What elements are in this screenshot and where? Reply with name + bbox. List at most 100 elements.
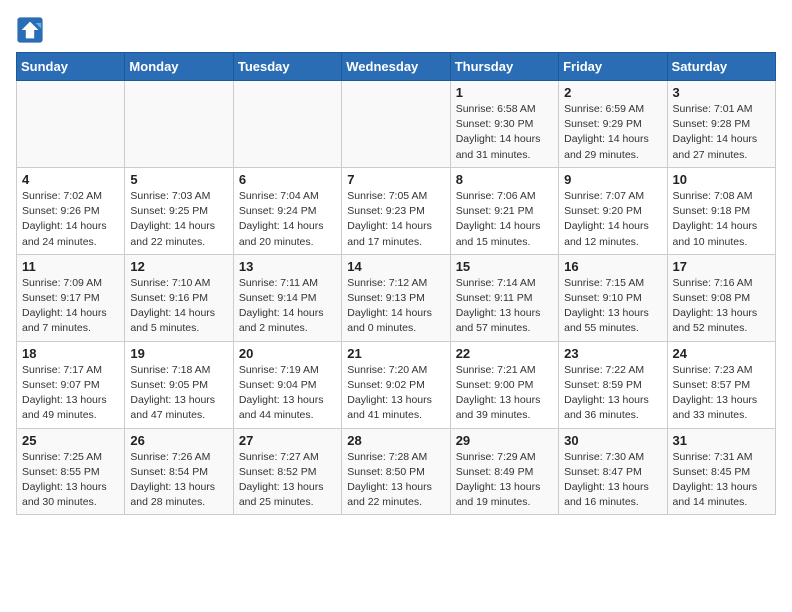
calendar-cell: 31 Sunrise: 7:31 AMSunset: 8:45 PMDayligh… <box>667 428 775 515</box>
calendar-cell <box>17 81 125 168</box>
calendar-week-row: 25 Sunrise: 7:25 AMSunset: 8:55 PMDayligh… <box>17 428 776 515</box>
calendar-cell: 17Sunrise: 7:16 AMSunset: 9:08 PMDayligh… <box>667 254 775 341</box>
day-info: Sunrise: 7:29 AMSunset: 8:49 PMDaylight:… <box>456 450 553 511</box>
day-number: 23 <box>564 346 661 361</box>
calendar-cell: 25 Sunrise: 7:25 AMSunset: 8:55 PMDayligh… <box>17 428 125 515</box>
day-number: 4 <box>22 172 119 187</box>
day-number: 22 <box>456 346 553 361</box>
calendar-cell: 10 Sunrise: 7:08 AMSunset: 9:18 PMDayligh… <box>667 167 775 254</box>
weekday-header: Monday <box>125 53 233 81</box>
day-info: Sunrise: 7:05 AMSunset: 9:23 PMDaylight:… <box>347 189 444 250</box>
day-info: Sunrise: 7:20 AMSunset: 9:02 PMDaylight:… <box>347 363 444 424</box>
calendar-table: SundayMondayTuesdayWednesdayThursdayFrid… <box>16 52 776 515</box>
weekday-header: Saturday <box>667 53 775 81</box>
day-number: 21 <box>347 346 444 361</box>
day-number: 9 <box>564 172 661 187</box>
calendar-cell: 26 Sunrise: 7:26 AMSunset: 8:54 PMDayligh… <box>125 428 233 515</box>
calendar-cell: 7 Sunrise: 7:05 AMSunset: 9:23 PMDaylight… <box>342 167 450 254</box>
logo-icon <box>16 16 44 44</box>
calendar-cell: 24 Sunrise: 7:23 AMSunset: 8:57 PMDayligh… <box>667 341 775 428</box>
weekday-header: Friday <box>559 53 667 81</box>
day-info: Sunrise: 7:31 AMSunset: 8:45 PMDaylight:… <box>673 450 770 511</box>
calendar-cell: 22Sunrise: 7:21 AMSunset: 9:00 PMDayligh… <box>450 341 558 428</box>
day-info: Sunrise: 7:27 AMSunset: 8:52 PMDaylight:… <box>239 450 336 511</box>
calendar-cell: 3 Sunrise: 7:01 AMSunset: 9:28 PMDaylight… <box>667 81 775 168</box>
day-info: Sunrise: 7:12 AMSunset: 9:13 PMDaylight:… <box>347 276 444 337</box>
day-info: Sunrise: 7:25 AMSunset: 8:55 PMDaylight:… <box>22 450 119 511</box>
day-info: Sunrise: 7:23 AMSunset: 8:57 PMDaylight:… <box>673 363 770 424</box>
calendar-cell: 21 Sunrise: 7:20 AMSunset: 9:02 PMDayligh… <box>342 341 450 428</box>
calendar-cell: 2Sunrise: 6:59 AMSunset: 9:29 PMDaylight… <box>559 81 667 168</box>
day-number: 6 <box>239 172 336 187</box>
calendar-cell: 28 Sunrise: 7:28 AMSunset: 8:50 PMDayligh… <box>342 428 450 515</box>
calendar-cell: 15 Sunrise: 7:14 AMSunset: 9:11 PMDayligh… <box>450 254 558 341</box>
day-info: Sunrise: 6:58 AMSunset: 9:30 PMDaylight:… <box>456 102 553 163</box>
calendar-week-row: 4Sunrise: 7:02 AMSunset: 9:26 PMDaylight… <box>17 167 776 254</box>
calendar-cell: 20Sunrise: 7:19 AMSunset: 9:04 PMDayligh… <box>233 341 341 428</box>
day-number: 25 <box>22 433 119 448</box>
day-number: 24 <box>673 346 770 361</box>
calendar-cell: 5Sunrise: 7:03 AMSunset: 9:25 PMDaylight… <box>125 167 233 254</box>
calendar-cell: 19 Sunrise: 7:18 AMSunset: 9:05 PMDayligh… <box>125 341 233 428</box>
calendar-cell <box>233 81 341 168</box>
weekday-header: Wednesday <box>342 53 450 81</box>
day-number: 27 <box>239 433 336 448</box>
day-number: 3 <box>673 85 770 100</box>
day-number: 13 <box>239 259 336 274</box>
day-info: Sunrise: 7:11 AMSunset: 9:14 PMDaylight:… <box>239 276 336 337</box>
calendar-cell: 8Sunrise: 7:06 AMSunset: 9:21 PMDaylight… <box>450 167 558 254</box>
calendar-cell: 11 Sunrise: 7:09 AMSunset: 9:17 PMDayligh… <box>17 254 125 341</box>
day-number: 10 <box>673 172 770 187</box>
day-info: Sunrise: 7:09 AMSunset: 9:17 PMDaylight:… <box>22 276 119 337</box>
day-number: 11 <box>22 259 119 274</box>
day-info: Sunrise: 7:28 AMSunset: 8:50 PMDaylight:… <box>347 450 444 511</box>
weekday-header: Thursday <box>450 53 558 81</box>
day-info: Sunrise: 7:18 AMSunset: 9:05 PMDaylight:… <box>130 363 227 424</box>
calendar-cell: 13 Sunrise: 7:11 AMSunset: 9:14 PMDayligh… <box>233 254 341 341</box>
day-number: 30 <box>564 433 661 448</box>
day-number: 19 <box>130 346 227 361</box>
day-info: Sunrise: 7:01 AMSunset: 9:28 PMDaylight:… <box>673 102 770 163</box>
calendar-cell: 4Sunrise: 7:02 AMSunset: 9:26 PMDaylight… <box>17 167 125 254</box>
day-number: 5 <box>130 172 227 187</box>
day-number: 14 <box>347 259 444 274</box>
day-info: Sunrise: 7:26 AMSunset: 8:54 PMDaylight:… <box>130 450 227 511</box>
page-header <box>16 16 776 44</box>
day-info: Sunrise: 7:04 AMSunset: 9:24 PMDaylight:… <box>239 189 336 250</box>
day-number: 28 <box>347 433 444 448</box>
calendar-cell: 29 Sunrise: 7:29 AMSunset: 8:49 PMDayligh… <box>450 428 558 515</box>
calendar-cell: 6 Sunrise: 7:04 AMSunset: 9:24 PMDaylight… <box>233 167 341 254</box>
day-info: Sunrise: 7:15 AMSunset: 9:10 PMDaylight:… <box>564 276 661 337</box>
calendar-week-row: 11 Sunrise: 7:09 AMSunset: 9:17 PMDayligh… <box>17 254 776 341</box>
day-info: Sunrise: 7:17 AMSunset: 9:07 PMDaylight:… <box>22 363 119 424</box>
calendar-body: 1 Sunrise: 6:58 AMSunset: 9:30 PMDaylight… <box>17 81 776 515</box>
day-info: Sunrise: 7:14 AMSunset: 9:11 PMDaylight:… <box>456 276 553 337</box>
calendar-cell: 12 Sunrise: 7:10 AMSunset: 9:16 PMDayligh… <box>125 254 233 341</box>
day-number: 1 <box>456 85 553 100</box>
day-number: 7 <box>347 172 444 187</box>
calendar-cell: 18 Sunrise: 7:17 AMSunset: 9:07 PMDayligh… <box>17 341 125 428</box>
header-row: SundayMondayTuesdayWednesdayThursdayFrid… <box>17 53 776 81</box>
day-info: Sunrise: 7:08 AMSunset: 9:18 PMDaylight:… <box>673 189 770 250</box>
weekday-header: Tuesday <box>233 53 341 81</box>
day-number: 17 <box>673 259 770 274</box>
day-number: 31 <box>673 433 770 448</box>
day-info: Sunrise: 7:10 AMSunset: 9:16 PMDaylight:… <box>130 276 227 337</box>
day-number: 12 <box>130 259 227 274</box>
day-number: 26 <box>130 433 227 448</box>
day-number: 8 <box>456 172 553 187</box>
day-number: 15 <box>456 259 553 274</box>
calendar-cell: 16Sunrise: 7:15 AMSunset: 9:10 PMDayligh… <box>559 254 667 341</box>
day-info: Sunrise: 7:30 AMSunset: 8:47 PMDaylight:… <box>564 450 661 511</box>
day-number: 18 <box>22 346 119 361</box>
day-info: Sunrise: 7:07 AMSunset: 9:20 PMDaylight:… <box>564 189 661 250</box>
day-info: Sunrise: 6:59 AMSunset: 9:29 PMDaylight:… <box>564 102 661 163</box>
day-number: 29 <box>456 433 553 448</box>
logo <box>16 16 48 44</box>
calendar-week-row: 1 Sunrise: 6:58 AMSunset: 9:30 PMDaylight… <box>17 81 776 168</box>
calendar-cell: 30 Sunrise: 7:30 AMSunset: 8:47 PMDayligh… <box>559 428 667 515</box>
calendar-cell <box>125 81 233 168</box>
calendar-cell: 27 Sunrise: 7:27 AMSunset: 8:52 PMDayligh… <box>233 428 341 515</box>
day-number: 20 <box>239 346 336 361</box>
calendar-cell: 14 Sunrise: 7:12 AMSunset: 9:13 PMDayligh… <box>342 254 450 341</box>
